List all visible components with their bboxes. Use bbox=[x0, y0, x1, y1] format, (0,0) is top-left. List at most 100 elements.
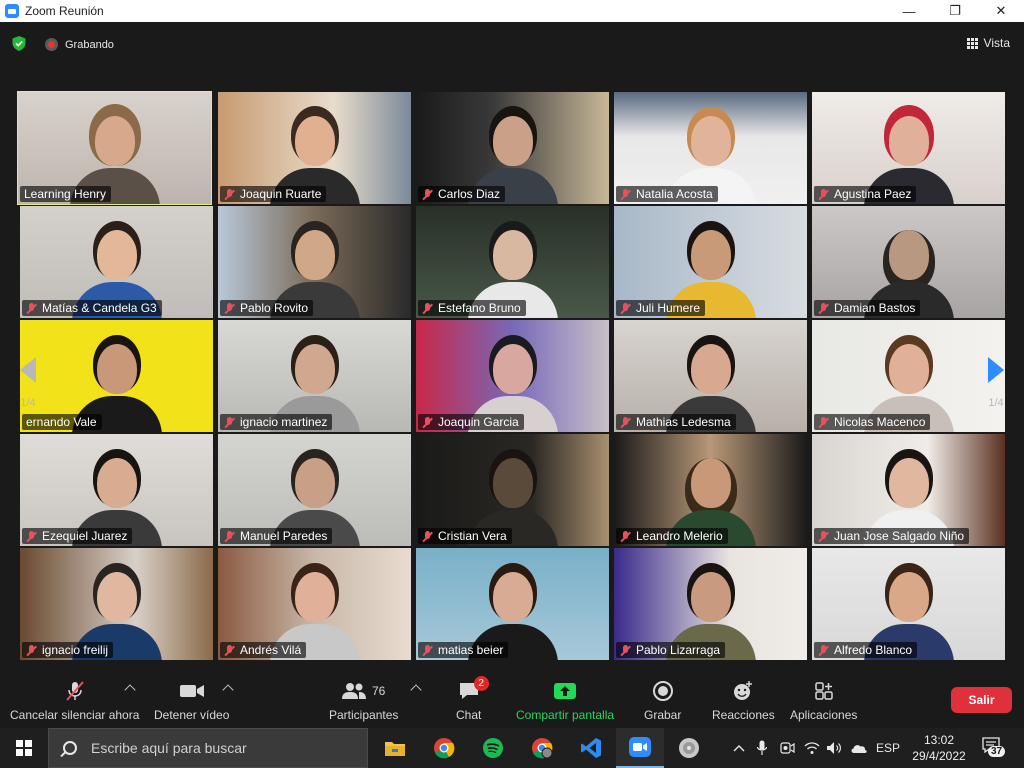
volume-tray-button[interactable] bbox=[824, 728, 846, 768]
unmute-button[interactable]: Cancelar silenciar ahora bbox=[10, 680, 139, 722]
zoom-icon bbox=[629, 737, 651, 757]
muted-mic-icon bbox=[422, 530, 433, 542]
participant-tile[interactable]: Damian Bastos bbox=[812, 206, 1005, 318]
vscode-icon bbox=[581, 738, 601, 758]
participant-tile[interactable]: Pablo Lizarraga bbox=[614, 548, 807, 660]
unmute-label: Cancelar silenciar ahora bbox=[10, 708, 140, 722]
leave-meeting-button[interactable]: Salir bbox=[951, 687, 1012, 713]
search-placeholder: Escribe aquí para buscar bbox=[91, 740, 247, 756]
participant-name: Nicolas Macenco bbox=[834, 415, 926, 429]
participant-name: matias beier bbox=[438, 643, 504, 657]
participant-tile[interactable]: Cristian Vera bbox=[416, 434, 609, 546]
recording-dot-icon bbox=[45, 38, 58, 51]
arrow-left-icon bbox=[20, 357, 36, 383]
participant-name: Cristian Vera bbox=[438, 529, 507, 543]
start-button[interactable] bbox=[0, 728, 48, 768]
muted-mic-icon bbox=[224, 188, 235, 200]
participant-name: ignacio freilij bbox=[42, 643, 109, 657]
notification-center-button[interactable]: 37 bbox=[982, 737, 1006, 758]
folder-icon bbox=[385, 742, 405, 756]
camera-tray-button[interactable] bbox=[776, 728, 798, 768]
participant-tile[interactable]: ignacio freilij bbox=[20, 548, 213, 660]
participants-button[interactable]: 76 Participantes bbox=[329, 680, 398, 722]
chat-button[interactable]: 2 Chat bbox=[456, 676, 489, 722]
language-indicator[interactable]: ESP bbox=[874, 728, 902, 768]
participant-tile[interactable]: ignacio martinez bbox=[218, 320, 411, 432]
spotify-app[interactable] bbox=[469, 728, 517, 768]
record-button[interactable]: Grabar bbox=[644, 680, 681, 722]
onedrive-tray-button[interactable] bbox=[848, 728, 870, 768]
participant-tile[interactable]: Pablo Rovito bbox=[218, 206, 411, 318]
muted-mic-icon bbox=[818, 530, 829, 542]
stop-video-button[interactable]: Detener vídeo bbox=[154, 680, 229, 722]
participant-tile[interactable]: Juan Jose Salgado Niño bbox=[812, 434, 1005, 546]
participant-name: Matías & Candela G3 bbox=[42, 301, 157, 315]
close-button[interactable]: ✕ bbox=[978, 0, 1024, 22]
participant-name: Carlos Diaz bbox=[438, 187, 501, 201]
file-explorer-app[interactable] bbox=[371, 728, 419, 768]
minimize-button[interactable]: — bbox=[886, 0, 932, 22]
next-page-button[interactable]: 1/4 bbox=[974, 338, 1018, 428]
participant-tile[interactable]: Alfredo Blanco bbox=[812, 548, 1005, 660]
participant-tile[interactable]: Learning Henry bbox=[17, 91, 212, 205]
participant-tile[interactable]: Natalia Acosta bbox=[614, 92, 807, 204]
system-clock[interactable]: 13:02 29/4/2022 bbox=[906, 732, 972, 764]
vscode-app[interactable] bbox=[567, 728, 615, 768]
media-app[interactable] bbox=[665, 728, 713, 768]
muted-mic-icon bbox=[224, 416, 235, 428]
show-hidden-icons-button[interactable] bbox=[730, 728, 748, 768]
page-indicator-left: 1/4 bbox=[20, 397, 36, 409]
participants-options-caret-icon[interactable] bbox=[410, 684, 422, 696]
video-camera-icon bbox=[179, 685, 204, 697]
window-title: Zoom Reunión bbox=[25, 4, 104, 18]
participant-tile[interactable]: Estefano Bruno bbox=[416, 206, 609, 318]
participant-tile[interactable]: Agustina Paez bbox=[812, 92, 1005, 204]
participant-tile[interactable]: Joaquin Garcia bbox=[416, 320, 609, 432]
participant-tile[interactable]: Ezequiel Juarez bbox=[20, 434, 213, 546]
participant-tile[interactable]: Carlos Diaz bbox=[416, 92, 609, 204]
meeting-controls: Cancelar silenciar ahora Detener vídeo 7… bbox=[0, 666, 1024, 728]
grid-view-icon bbox=[966, 37, 978, 49]
participant-tile[interactable]: Andrés Vilá bbox=[218, 548, 411, 660]
participant-tile[interactable]: Matías & Candela G3 bbox=[20, 206, 213, 318]
participant-name: Pablo Lizarraga bbox=[636, 643, 721, 657]
share-screen-button[interactable]: Compartir pantalla bbox=[516, 680, 614, 722]
apps-label: Aplicaciones bbox=[790, 708, 858, 722]
participant-tile[interactable]: Joaquin Ruarte bbox=[218, 92, 411, 204]
chevron-up-icon bbox=[733, 745, 745, 752]
notification-count-badge: 37 bbox=[988, 746, 1006, 757]
participant-tile[interactable]: matias beier bbox=[416, 548, 609, 660]
participant-name: Joaquin Ruarte bbox=[240, 187, 322, 201]
muted-mic-icon bbox=[422, 302, 433, 314]
participant-tile[interactable]: Leandro Melerio bbox=[614, 434, 807, 546]
record-label: Grabar bbox=[644, 708, 682, 722]
apps-button[interactable]: Aplicaciones bbox=[790, 680, 857, 722]
chat-unread-badge: 2 bbox=[473, 676, 489, 691]
microphone-tray-button[interactable] bbox=[752, 728, 772, 768]
maximize-button[interactable]: ❐ bbox=[932, 0, 978, 22]
muted-mic-icon bbox=[422, 644, 433, 656]
chrome-app[interactable] bbox=[420, 728, 468, 768]
muted-mic-icon bbox=[620, 302, 631, 314]
participant-tile[interactable]: Manuel Paredes bbox=[218, 434, 411, 546]
reactions-button[interactable]: Reacciones bbox=[712, 680, 775, 722]
chrome-profile-app[interactable] bbox=[518, 728, 566, 768]
chrome-icon bbox=[434, 738, 455, 759]
previous-page-button[interactable]: 1/4 bbox=[6, 338, 50, 428]
network-tray-button[interactable] bbox=[802, 728, 822, 768]
participant-name: ignacio martinez bbox=[240, 415, 328, 429]
apps-icon bbox=[814, 682, 833, 700]
participant-name: Andrés Vilá bbox=[240, 643, 302, 657]
muted-mic-icon bbox=[818, 416, 829, 428]
zoom-app[interactable] bbox=[616, 728, 664, 768]
security-shield-icon[interactable] bbox=[12, 36, 26, 51]
windows-logo-icon bbox=[16, 740, 32, 756]
participant-name: Estefano Bruno bbox=[438, 301, 521, 315]
recording-indicator[interactable]: Grabando bbox=[45, 38, 114, 51]
taskbar-search-box[interactable]: Escribe aquí para buscar bbox=[48, 728, 368, 768]
participant-tile[interactable]: Mathias Ledesma bbox=[614, 320, 807, 432]
disc-icon bbox=[679, 738, 699, 758]
participant-tile[interactable]: Juli Humere bbox=[614, 206, 807, 318]
view-button[interactable]: Vista bbox=[966, 36, 1010, 50]
participant-name: Leandro Melerio bbox=[636, 529, 723, 543]
